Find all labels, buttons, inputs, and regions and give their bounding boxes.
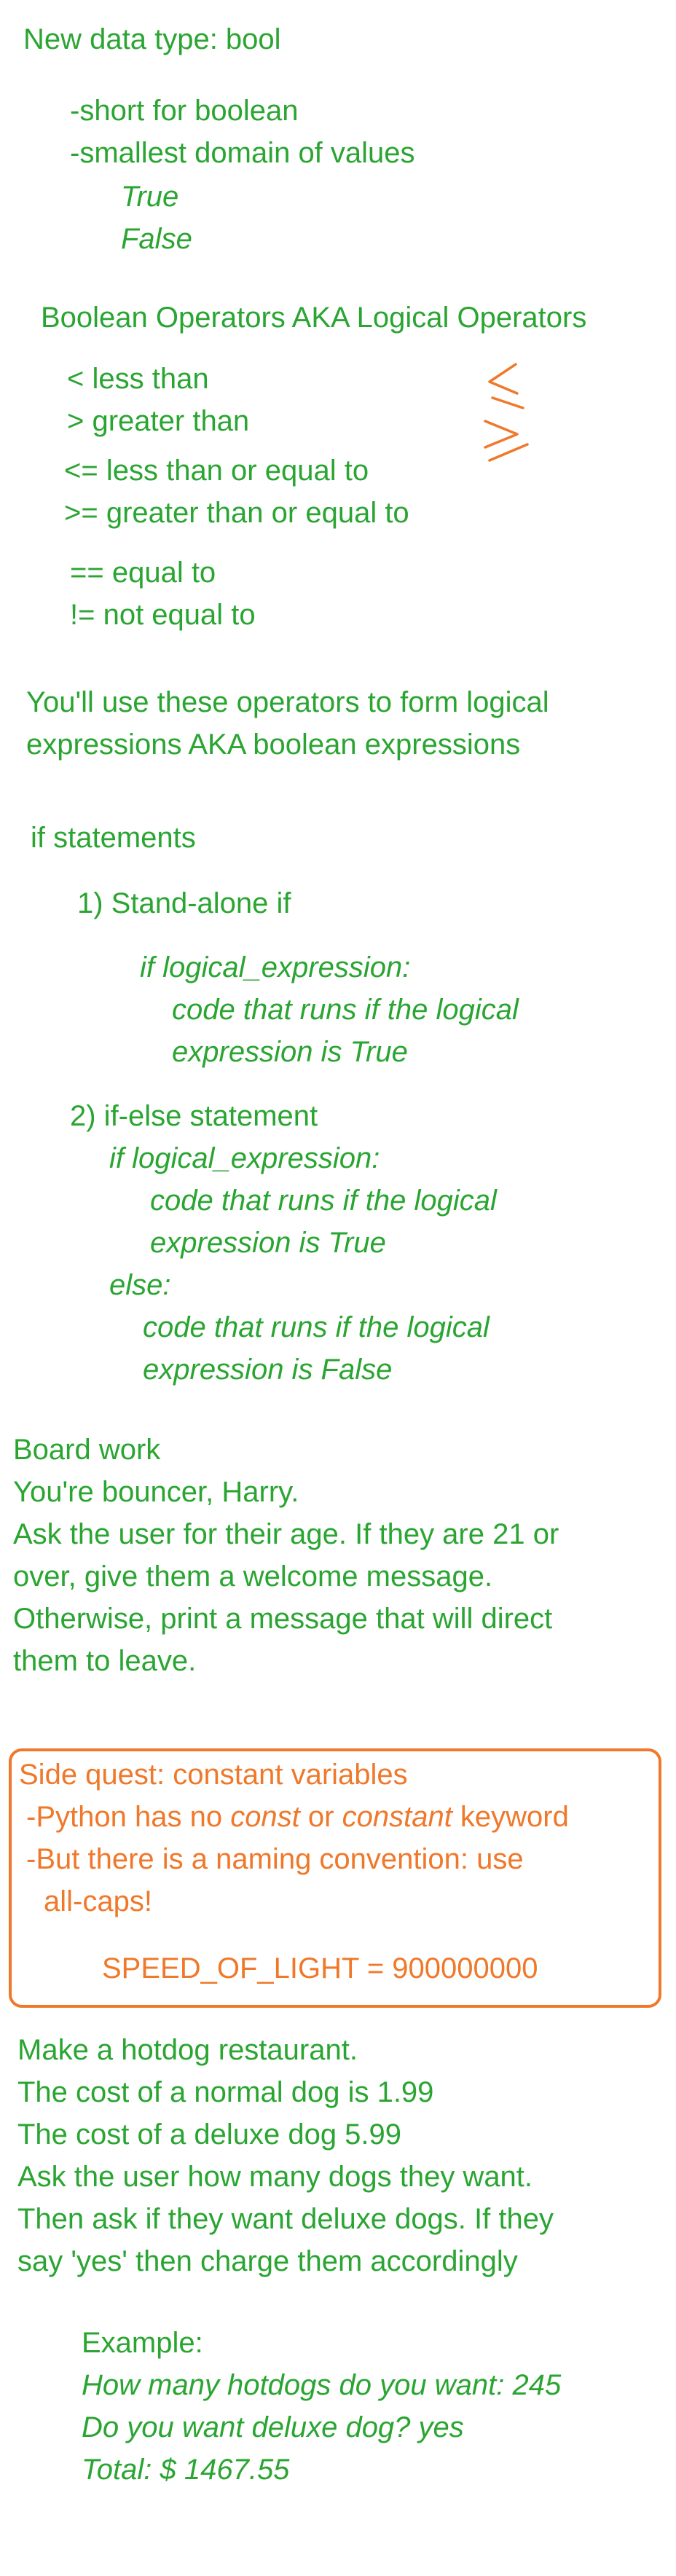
if-else-label: 2) if-else statement [70, 1100, 318, 1132]
bool-value-false: False [121, 223, 192, 255]
board-work-title: Board work [13, 1434, 161, 1466]
board-work-line-2: Ask the user for their age. If they are … [13, 1518, 559, 1550]
board-work-line-5: them to leave. [13, 1645, 197, 1677]
side-quest-line-2: -But there is a naming convention: use [26, 1843, 524, 1875]
operator-less-than: < less than [67, 363, 209, 395]
example-line-3: Total: $ 1467.55 [82, 2454, 290, 2486]
operator-not-equal: != not equal to [70, 599, 256, 631]
hotdog-line-6: say 'yes' then charge them accordingly [17, 2245, 518, 2277]
standalone-if-code-3: expression is True [172, 1036, 408, 1068]
hotdog-line-4: Ask the user how many dogs they want. [17, 2161, 533, 2193]
const-keyword: const [230, 1801, 300, 1833]
hotdog-line-1: Make a hotdog restaurant. [17, 2034, 358, 2066]
if-else-code-5: code that runs if the logical [143, 1311, 490, 1343]
board-work-line-1: You're bouncer, Harry. [13, 1476, 299, 1508]
standalone-if-code-1: if logical_expression: [140, 951, 411, 983]
side-quest-line-1-post: keyword [452, 1801, 569, 1833]
if-else-code-4: else: [109, 1269, 171, 1301]
standalone-if-label: 1) Stand-alone if [77, 887, 291, 919]
constant-keyword: constant [342, 1801, 452, 1833]
if-else-code-3: expression is True [150, 1227, 386, 1259]
bool-title: New data type: bool [23, 23, 281, 55]
hotdog-line-2: The cost of a normal dog is 1.99 [17, 2076, 434, 2108]
board-work-line-4: Otherwise, print a message that will dir… [13, 1603, 553, 1635]
example-line-2: Do you want deluxe dog? yes [82, 2411, 464, 2443]
operator-greater-than: > greater than [67, 405, 250, 437]
board-work-line-3: over, give them a welcome message. [13, 1560, 493, 1593]
example-label: Example: [82, 2327, 203, 2359]
if-else-code-1: if logical_expression: [109, 1142, 380, 1174]
operator-less-equal: <= less than or equal to [64, 455, 369, 487]
side-quest-line-1: -Python has no const or constant keyword [26, 1799, 569, 1834]
expressions-note-line-1: You'll use these operators to form logic… [26, 686, 549, 718]
side-quest-title: Side quest: constant variables [19, 1759, 408, 1791]
standalone-if-code-2: code that runs if the logical [172, 994, 519, 1026]
if-statements-title: if statements [31, 822, 196, 854]
handwritten-greater-equal-icon [484, 420, 529, 462]
bool-value-true: True [121, 181, 179, 213]
operators-title: Boolean Operators AKA Logical Operators [41, 302, 587, 334]
side-quest-line-1-mid: or [299, 1801, 342, 1833]
bool-point-domain: -smallest domain of values [70, 137, 415, 169]
bool-point-short: -short for boolean [70, 95, 299, 127]
side-quest-example: SPEED_OF_LIGHT = 900000000 [102, 1952, 538, 1984]
if-else-code-2: code that runs if the logical [150, 1185, 497, 1217]
handwritten-less-equal-icon [488, 363, 524, 409]
hotdog-line-5: Then ask if they want deluxe dogs. If th… [17, 2203, 554, 2235]
expressions-note-line-2: expressions AKA boolean expressions [26, 729, 521, 761]
operator-equal: == equal to [70, 557, 216, 589]
side-quest-line-1-pre: -Python has no [26, 1801, 231, 1833]
side-quest-line-3: all-caps! [44, 1885, 152, 1917]
hotdog-line-3: The cost of a deluxe dog 5.99 [17, 2118, 402, 2151]
example-line-1: How many hotdogs do you want: 245 [82, 2369, 562, 2401]
if-else-code-6: expression is False [143, 1354, 393, 1386]
operator-greater-equal: >= greater than or equal to [64, 497, 409, 529]
